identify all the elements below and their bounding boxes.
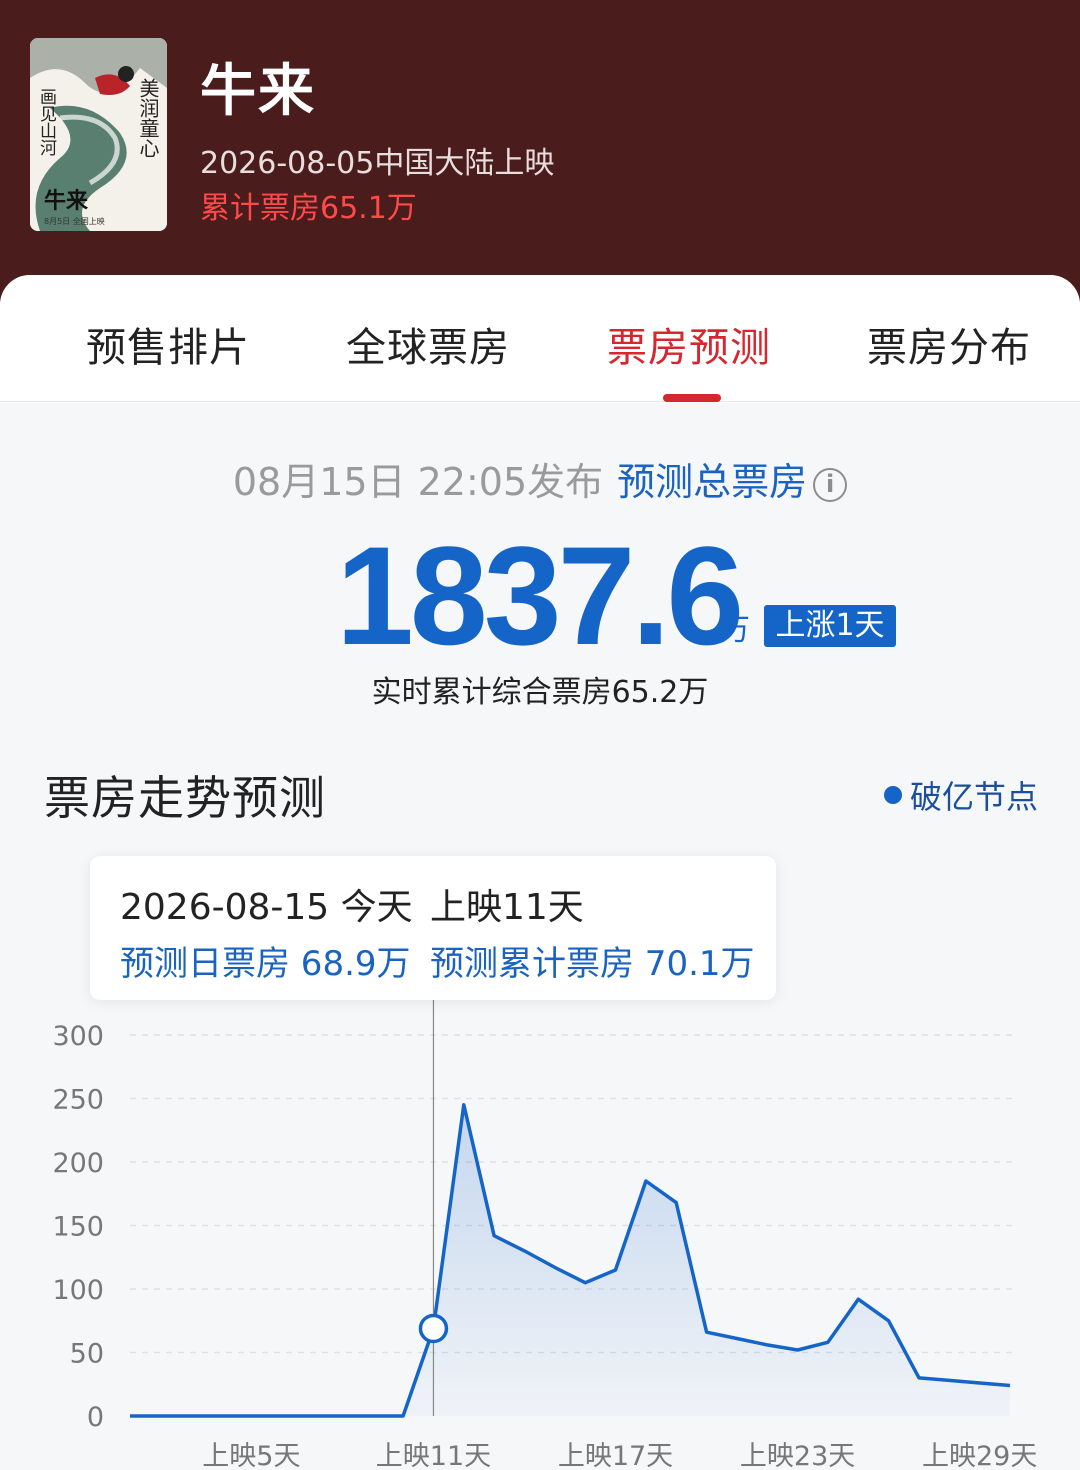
y-tick-label: 300 [52, 1021, 104, 1052]
data-point-day-5 [250, 1415, 252, 1417]
tab-bar: 预售排片 全球票房 票房预测 票房分布 [0, 275, 1080, 402]
data-point-day-23 [797, 1349, 799, 1351]
y-tick-label: 150 [52, 1212, 104, 1243]
legend-dot-icon [884, 786, 902, 804]
data-point-day-21 [736, 1338, 738, 1340]
tooltip-date: 2026-08-15 今天 [120, 887, 413, 928]
realtime-box-office: 实时累计综合票房65.2万 [371, 675, 709, 710]
y-tick-label: 200 [52, 1148, 104, 1179]
data-point-day-27 [918, 1377, 920, 1379]
chart-tooltip: 2026-08-15 今天 上映11天 预测日票房 68.9万 预测累计票房 7… [90, 856, 776, 1000]
data-point-day-26 [888, 1320, 890, 1322]
highlight-point[interactable] [418, 1313, 449, 1344]
data-point-day-20 [706, 1331, 708, 1333]
tooltip-daily: 预测日票房 68.9万 [120, 944, 411, 984]
forecast-total-label: 预测总票房 [617, 460, 808, 504]
data-point-day-29 [979, 1382, 981, 1384]
x-tick-label: 上映23天 [740, 1441, 855, 1470]
trend-chart[interactable]: 0 50 100 150 200 250 300 上映5天 上映11天 上映17天 上映23天 上映2… [0, 1000, 1080, 1470]
data-point-day-30 [1009, 1385, 1011, 1387]
tooltip-cumulative: 预测累计票房 70.1万 [430, 944, 755, 984]
trend-title: 票房走势预测 [44, 771, 326, 825]
movie-poster[interactable]: 美润童心 画见山河 牛来 8月5日 全国上映 [30, 38, 167, 231]
content-card: 预售排片 全球票房 票房预测 票房分布 08月15日 22:05发布 预测总票房 i… [0, 275, 1080, 1470]
data-point-day-24 [827, 1341, 829, 1343]
trend-chart-svg: 0 50 100 150 200 250 300 上映5天 上映11天 上映17天 上映23天 上映2… [52, 1000, 1037, 1470]
forecast-unit: 万 [720, 613, 750, 648]
data-point-day-13 [493, 1235, 495, 1237]
release-info: 2026-08-05中国大陆上映 [200, 146, 555, 181]
data-point-day-28 [948, 1379, 950, 1381]
data-point-day-18 [645, 1180, 647, 1182]
rise-badge: 上涨1天 [764, 605, 896, 647]
poster-text-2: 画见山河 [36, 88, 57, 156]
data-point-day-2 [159, 1415, 161, 1417]
data-point-day-12 [463, 1104, 465, 1106]
data-point-day-17 [615, 1269, 617, 1271]
data-point-day-9 [372, 1415, 374, 1417]
tab-forecast[interactable]: 票房预测 [607, 315, 771, 373]
legend-label: 破亿节点 [910, 778, 1039, 816]
data-point-day-8 [341, 1415, 343, 1417]
data-point-day-25 [857, 1298, 859, 1300]
tab-global[interactable]: 全球票房 [346, 315, 510, 373]
poster-text-1: 美润童心 [136, 78, 160, 158]
movie-title: 牛来 [200, 59, 316, 124]
legend-milestone[interactable]: 破亿节点 [884, 772, 1038, 818]
tab-presale[interactable]: 预售排片 [86, 315, 250, 373]
movie-header: 美润童心 画见山河 牛来 8月5日 全国上映 牛来 2026-08-05中国大陆… [0, 0, 1080, 300]
publish-time: 08月15日 22:05发布 [232, 460, 604, 504]
x-tick-label: 上映11天 [376, 1441, 491, 1470]
data-point-day-16 [584, 1282, 586, 1284]
cumulative-box-office: 累计票房65.1万 [200, 191, 417, 226]
y-tick-label: 250 [52, 1085, 104, 1116]
data-point-day-1 [129, 1415, 131, 1417]
poster-text-4: 8月5日 全国上映 [44, 216, 105, 226]
x-tick-label: 上映5天 [202, 1441, 300, 1470]
tooltip-day: 上映11天 [430, 887, 584, 928]
data-point-day-4 [220, 1415, 222, 1417]
data-point-day-10 [402, 1415, 404, 1417]
data-point-day-7 [311, 1415, 313, 1417]
active-tab-indicator [663, 394, 721, 402]
y-tick-label: 0 [87, 1402, 104, 1433]
tab-distribution[interactable]: 票房分布 [867, 315, 1031, 373]
y-tick-label: 100 [52, 1275, 104, 1306]
series-area [130, 1104, 1010, 1416]
poster-text-3: 牛来 [44, 188, 89, 214]
data-point-day-14 [523, 1250, 525, 1252]
x-tick-label: 上映17天 [558, 1441, 673, 1470]
data-point-day-22 [766, 1344, 768, 1346]
data-point-day-6 [281, 1415, 283, 1417]
poster-image: 美润童心 画见山河 牛来 8月5日 全国上映 [30, 38, 167, 231]
data-point-day-15 [554, 1266, 556, 1268]
x-tick-label: 上映29天 [922, 1441, 1037, 1470]
forecast-total-value: 1837.6 [336, 517, 744, 674]
data-point-day-19 [675, 1202, 677, 1204]
data-point-day-3 [190, 1415, 192, 1417]
publish-line: 08月15日 22:05发布 预测总票房 i [0, 451, 1080, 506]
info-icon[interactable]: i [813, 468, 848, 502]
y-tick-label: 50 [70, 1339, 104, 1370]
